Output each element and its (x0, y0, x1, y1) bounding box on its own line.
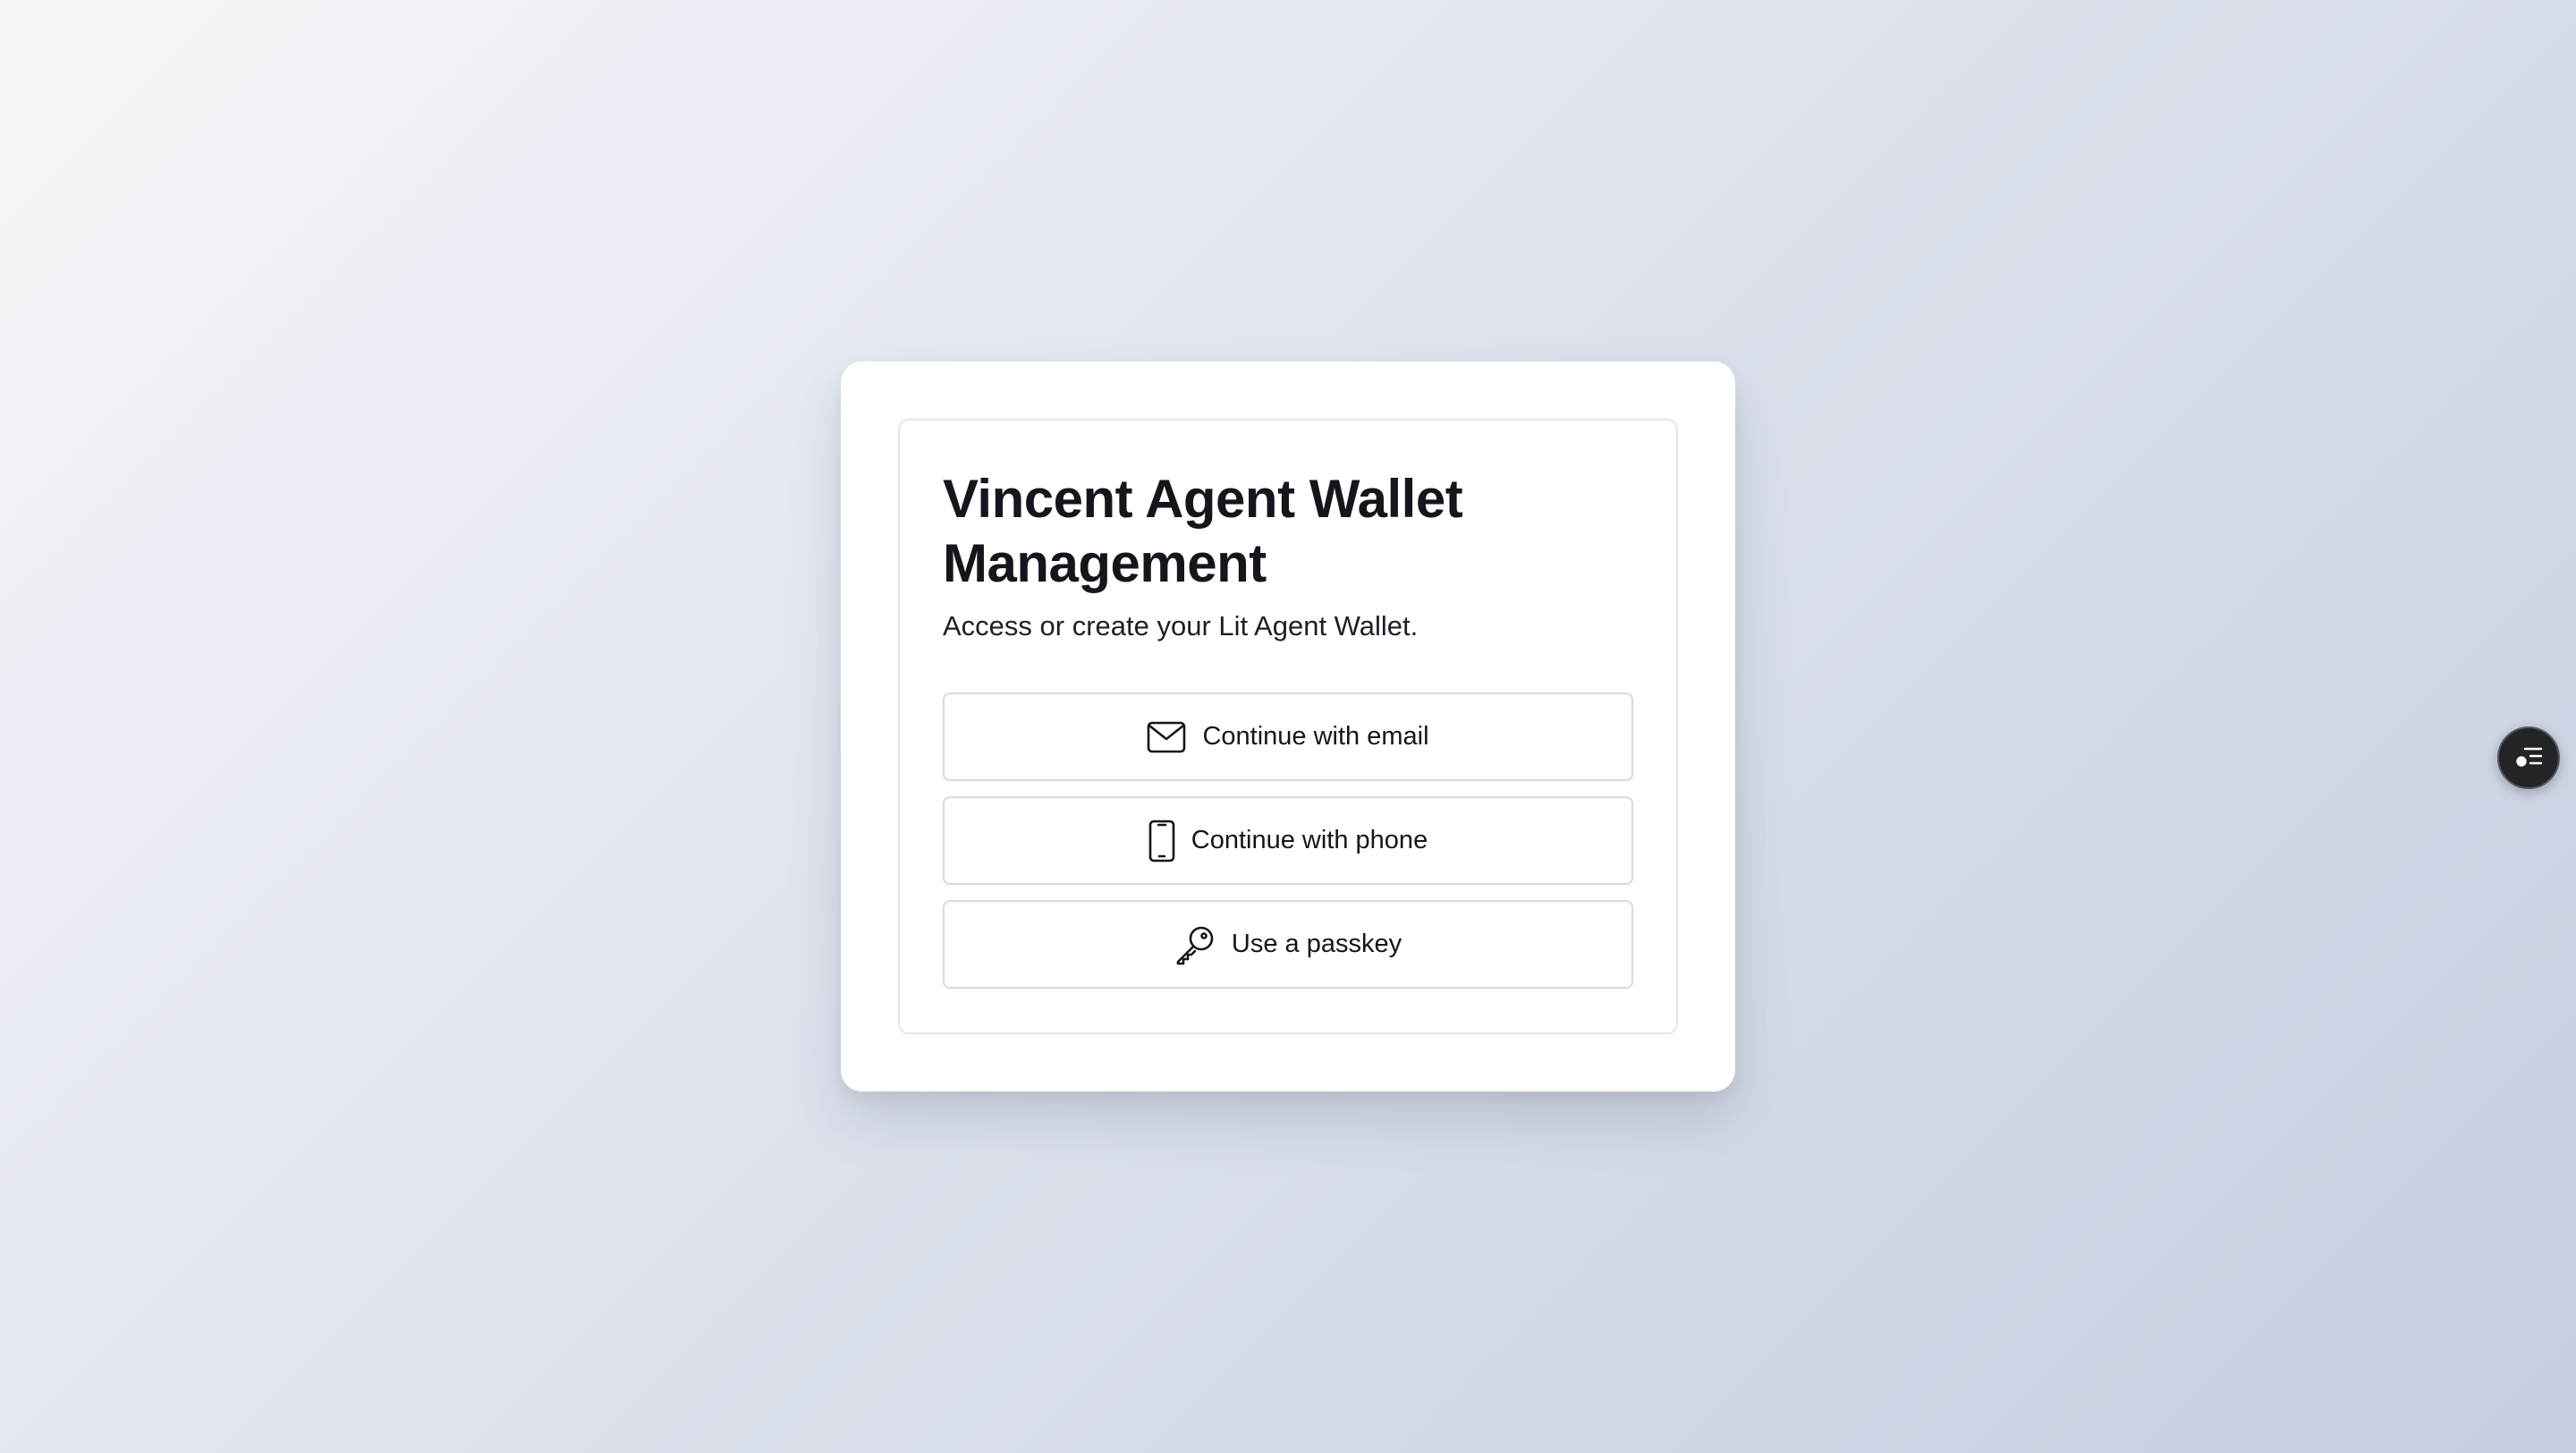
key-icon (1174, 924, 1216, 965)
login-card: Vincent Agent Wallet Management Access o… (841, 361, 1735, 1092)
continue-with-email-button[interactable]: Continue with email (943, 693, 1633, 781)
list-settings-icon (2513, 743, 2544, 773)
page-title: Vincent Agent Wallet Management (943, 469, 1463, 593)
use-passkey-button[interactable]: Use a passkey (943, 900, 1633, 989)
mail-icon (1147, 721, 1186, 753)
continue-with-phone-label: Continue with phone (1191, 826, 1428, 854)
login-card-inner: Vincent Agent Wallet Management Access o… (898, 419, 1678, 1034)
continue-with-email-label: Continue with email (1202, 722, 1429, 751)
continue-with-phone-button[interactable]: Continue with phone (943, 796, 1633, 885)
page-subtitle: Access or create your Lit Agent Wallet. (943, 610, 1419, 642)
auth-options: Continue with email Continue with phone (943, 693, 1633, 989)
floating-menu-button[interactable] (2497, 726, 2560, 789)
smartphone-icon (1148, 820, 1175, 862)
use-passkey-label: Use a passkey (1231, 930, 1402, 958)
